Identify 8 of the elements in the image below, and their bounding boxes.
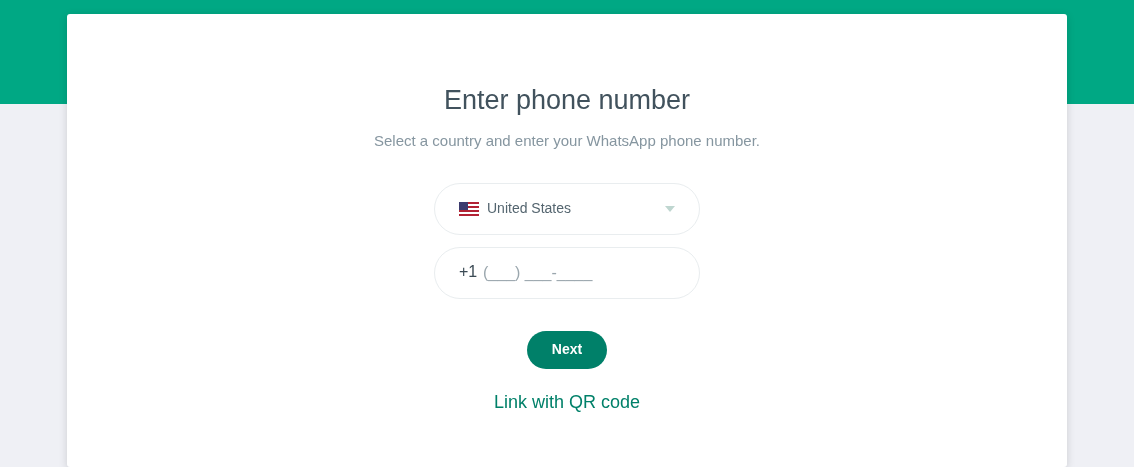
page-title: Enter phone number (442, 84, 692, 117)
qr-code-link[interactable]: Link with QR code (493, 388, 641, 416)
flag-icon (459, 201, 479, 216)
next-button[interactable]: Next (526, 330, 608, 369)
caret-icon (665, 205, 675, 212)
country-code: +1 (459, 261, 478, 282)
country-select[interactable]: United States (434, 182, 700, 235)
subtitle: Select a country and enter your WhatsApp phone number. (372, 131, 762, 152)
